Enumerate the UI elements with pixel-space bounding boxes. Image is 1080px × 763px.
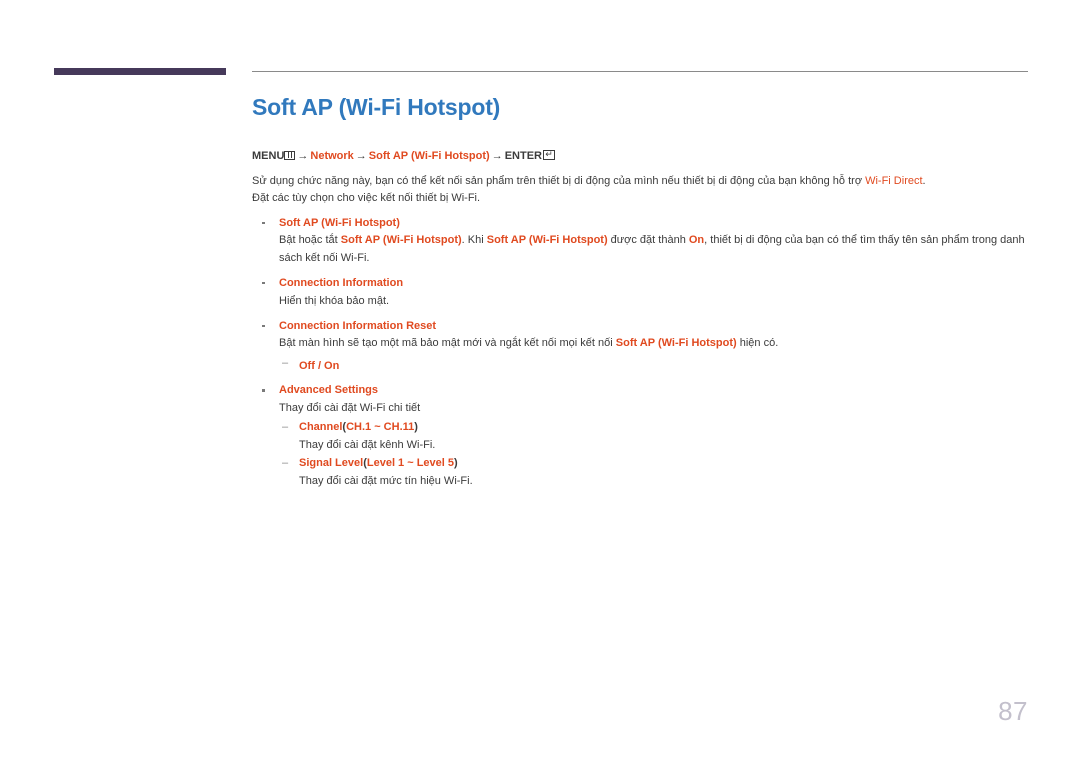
header-decoration-bar	[54, 68, 226, 75]
soft-ap-desc-a1: Soft AP (Wi-Fi Hotspot)	[340, 234, 462, 247]
path-arrow-3: →	[491, 149, 503, 162]
menu-path-soft-ap: Soft AP (Wi-Fi Hotspot)	[368, 149, 490, 162]
intro-line1-part1: Sử dụng chức năng này, bạn có thể kết nố…	[252, 175, 866, 188]
intro-wifi-direct: Wi-Fi Direct	[865, 175, 923, 188]
page-title: Soft AP (Wi-Fi Hotspot)	[252, 94, 501, 120]
item-title-soft-ap: Soft AP (Wi-Fi Hotspot)	[279, 216, 400, 229]
cir-desc-a1: Soft AP (Wi-Fi Hotspot)	[615, 337, 737, 350]
sub-item-off-on: Off / On	[279, 356, 1034, 375]
path-arrow-1: →	[297, 149, 309, 162]
menu-label: MENU	[252, 149, 285, 162]
sub-item-channel: Channel(CH.1 ~ CH.11) Thay đổi cài đặt k…	[279, 420, 1034, 454]
intro-line2: Đặt các tùy chọn cho việc kết nối thiết …	[252, 192, 481, 205]
list-item-soft-ap: Soft AP (Wi-Fi Hotspot) Bật hoặc tắt Sof…	[252, 216, 1034, 267]
soft-ap-desc-a2: Soft AP (Wi-Fi Hotspot)	[486, 234, 608, 247]
return-arrow-icon: ↵	[542, 149, 555, 160]
sub-signal-range: Level 1 ~ Level 5	[366, 457, 455, 470]
sub-title-signal-level: Signal Level(Level 1 ~ Level 5)	[299, 456, 1034, 472]
list-item-connection-information: Connection Information Hiển thị khóa bảo…	[252, 276, 1034, 310]
path-arrow-2: →	[355, 149, 367, 162]
settings-list: Soft AP (Wi-Fi Hotspot) Bật hoặc tắt Sof…	[252, 216, 1034, 491]
sub-desc-channel: Thay đổi cài đặt kênh Wi-Fi.	[299, 439, 436, 452]
sub-signal-paren-close: )	[454, 457, 458, 470]
intro-line1-part2: .	[922, 175, 926, 188]
item-title-connection-information: Connection Information	[279, 276, 404, 289]
item-title-connection-information-reset: Connection Information Reset	[279, 319, 437, 332]
sub-item-signal-level: Signal Level(Level 1 ~ Level 5) Thay đổi…	[279, 456, 1034, 490]
item-desc-connection-information-reset: Bật màn hình sẽ tạo một mã bảo mật mới v…	[279, 335, 1034, 352]
intro-paragraph: Sử dụng chức năng này, bạn có thể kết nố…	[252, 173, 1034, 207]
item-desc-advanced-settings: Thay đổi cài đặt Wi-Fi chi tiết	[279, 402, 421, 415]
sub-desc-signal-level: Thay đổi cài đặt mức tín hiệu Wi-Fi.	[299, 475, 473, 488]
cir-desc-p2: hiện có.	[736, 337, 779, 350]
page-number: 87	[998, 696, 1028, 726]
sub-title-off-on: Off / On	[299, 359, 340, 372]
advanced-settings-sublist: Channel(CH.1 ~ CH.11) Thay đổi cài đặt k…	[279, 420, 1034, 490]
connection-information-reset-options: Off / On	[279, 356, 1034, 375]
list-item-advanced-settings: Advanced Settings Thay đổi cài đặt Wi-Fi…	[252, 383, 1034, 490]
page-content: Soft AP (Wi-Fi Hotspot) MENU → Network → Sof…	[252, 94, 1034, 490]
menu-keypad-icon	[284, 150, 296, 160]
sub-channel-paren-close: )	[414, 421, 418, 434]
item-desc-connection-information: Hiển thị khóa bảo mật.	[279, 294, 390, 307]
sub-channel-range: CH.1 ~ CH.11	[346, 421, 415, 434]
soft-ap-desc-a3-on: On	[688, 234, 705, 247]
list-item-connection-information-reset: Connection Information Reset Bật màn hìn…	[252, 319, 1034, 375]
soft-ap-desc-p1: Bật hoặc tắt	[279, 234, 341, 247]
soft-ap-desc-p2: . Khi	[461, 234, 487, 247]
header-rule	[252, 71, 1028, 72]
menu-path-line: MENU → Network → Soft AP (Wi-Fi Hotspot) → ENT…	[252, 149, 1034, 164]
sub-title-channel: Channel(CH.1 ~ CH.11)	[299, 420, 1034, 436]
cir-desc-p1: Bật màn hình sẽ tạo một mã bảo mật mới v…	[279, 337, 616, 350]
sub-title-channel-name: Channel	[299, 421, 343, 434]
item-title-advanced-settings: Advanced Settings	[279, 384, 379, 397]
soft-ap-desc-p3: được đặt thành	[607, 234, 689, 247]
menu-path-network: Network	[310, 149, 354, 162]
sub-title-signal-level-name: Signal Level	[299, 457, 364, 470]
item-desc-soft-ap: Bật hoặc tắt Soft AP (Wi-Fi Hotspot). Kh…	[279, 232, 1034, 266]
enter-label: ENTER	[504, 149, 542, 162]
